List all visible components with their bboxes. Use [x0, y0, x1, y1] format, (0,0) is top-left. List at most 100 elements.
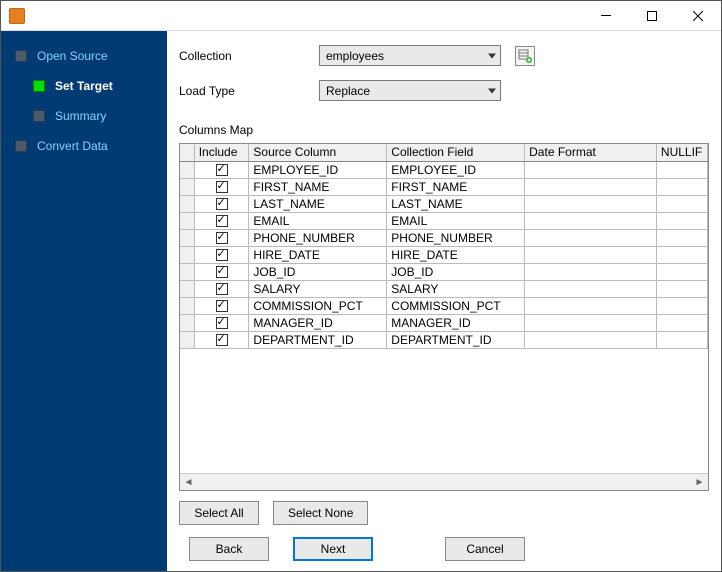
table-row[interactable]: LAST_NAMELAST_NAME [180, 195, 708, 212]
source-cell[interactable]: PHONE_NUMBER [249, 229, 387, 246]
maximize-button[interactable] [629, 1, 675, 31]
nullif-cell[interactable] [656, 212, 707, 229]
include-checkbox[interactable] [216, 215, 228, 227]
field-cell[interactable]: PHONE_NUMBER [387, 229, 525, 246]
source-cell[interactable]: EMAIL [249, 212, 387, 229]
date_format-cell[interactable] [525, 297, 657, 314]
include-cell[interactable] [194, 297, 249, 314]
date_format-cell[interactable] [525, 263, 657, 280]
include-checkbox[interactable] [216, 198, 228, 210]
date_format-cell[interactable] [525, 246, 657, 263]
include-cell[interactable] [194, 195, 249, 212]
include-cell[interactable] [194, 229, 249, 246]
nullif-cell[interactable] [656, 229, 707, 246]
row-header[interactable] [180, 297, 194, 314]
field-cell[interactable]: HIRE_DATE [387, 246, 525, 263]
header-field[interactable]: Collection Field [387, 144, 525, 161]
table-row[interactable]: COMMISSION_PCTCOMMISSION_PCT [180, 297, 708, 314]
field-cell[interactable]: SALARY [387, 280, 525, 297]
table-row[interactable]: PHONE_NUMBERPHONE_NUMBER [180, 229, 708, 246]
nullif-cell[interactable] [656, 297, 707, 314]
back-button[interactable]: Back [189, 537, 269, 561]
include-checkbox[interactable] [216, 164, 228, 176]
field-cell[interactable]: MANAGER_ID [387, 314, 525, 331]
field-cell[interactable]: FIRST_NAME [387, 178, 525, 195]
include-checkbox[interactable] [216, 283, 228, 295]
field-cell[interactable]: EMPLOYEE_ID [387, 161, 525, 178]
table-row[interactable]: SALARYSALARY [180, 280, 708, 297]
collection-select[interactable]: employees [319, 45, 501, 66]
nullif-cell[interactable] [656, 263, 707, 280]
wizard-step[interactable]: Open Source [1, 41, 167, 71]
minimize-button[interactable] [583, 1, 629, 31]
include-cell[interactable] [194, 314, 249, 331]
date_format-cell[interactable] [525, 331, 657, 348]
scroll-right-icon[interactable]: ► [691, 474, 708, 491]
field-cell[interactable]: JOB_ID [387, 263, 525, 280]
table-row[interactable]: MANAGER_IDMANAGER_ID [180, 314, 708, 331]
row-header[interactable] [180, 229, 194, 246]
include-cell[interactable] [194, 246, 249, 263]
source-cell[interactable]: MANAGER_ID [249, 314, 387, 331]
table-row[interactable]: EMPLOYEE_IDEMPLOYEE_ID [180, 161, 708, 178]
include-cell[interactable] [194, 263, 249, 280]
nullif-cell[interactable] [656, 178, 707, 195]
table-row[interactable]: EMAILEMAIL [180, 212, 708, 229]
row-header[interactable] [180, 280, 194, 297]
field-cell[interactable]: COMMISSION_PCT [387, 297, 525, 314]
header-nullif[interactable]: NULLIF [656, 144, 707, 161]
row-header[interactable] [180, 178, 194, 195]
field-cell[interactable]: DEPARTMENT_ID [387, 331, 525, 348]
date_format-cell[interactable] [525, 314, 657, 331]
source-cell[interactable]: LAST_NAME [249, 195, 387, 212]
nullif-cell[interactable] [656, 161, 707, 178]
nullif-cell[interactable] [656, 246, 707, 263]
nullif-cell[interactable] [656, 331, 707, 348]
table-row[interactable]: FIRST_NAMEFIRST_NAME [180, 178, 708, 195]
wizard-step[interactable]: Summary [1, 101, 167, 131]
source-cell[interactable]: COMMISSION_PCT [249, 297, 387, 314]
include-checkbox[interactable] [216, 266, 228, 278]
include-checkbox[interactable] [216, 300, 228, 312]
date_format-cell[interactable] [525, 212, 657, 229]
header-date-format[interactable]: Date Format [525, 144, 657, 161]
header-include[interactable]: Include [194, 144, 249, 161]
row-header[interactable] [180, 212, 194, 229]
select-none-button[interactable]: Select None [273, 501, 368, 525]
field-cell[interactable]: LAST_NAME [387, 195, 525, 212]
row-header[interactable] [180, 263, 194, 280]
table-row[interactable]: HIRE_DATEHIRE_DATE [180, 246, 708, 263]
include-checkbox[interactable] [216, 317, 228, 329]
header-source[interactable]: Source Column [249, 144, 387, 161]
row-header[interactable] [180, 161, 194, 178]
date_format-cell[interactable] [525, 178, 657, 195]
select-all-button[interactable]: Select All [179, 501, 259, 525]
scroll-left-icon[interactable]: ◄ [180, 474, 197, 491]
row-header[interactable] [180, 314, 194, 331]
source-cell[interactable]: DEPARTMENT_ID [249, 331, 387, 348]
date_format-cell[interactable] [525, 161, 657, 178]
horizontal-scrollbar[interactable]: ◄ ► [180, 473, 708, 490]
source-cell[interactable]: JOB_ID [249, 263, 387, 280]
date_format-cell[interactable] [525, 280, 657, 297]
include-cell[interactable] [194, 212, 249, 229]
include-checkbox[interactable] [216, 232, 228, 244]
source-cell[interactable]: FIRST_NAME [249, 178, 387, 195]
date_format-cell[interactable] [525, 195, 657, 212]
nullif-cell[interactable] [656, 314, 707, 331]
nullif-cell[interactable] [656, 280, 707, 297]
next-button[interactable]: Next [293, 537, 373, 561]
date_format-cell[interactable] [525, 229, 657, 246]
include-checkbox[interactable] [216, 334, 228, 346]
source-cell[interactable]: HIRE_DATE [249, 246, 387, 263]
include-cell[interactable] [194, 280, 249, 297]
wizard-step[interactable]: Set Target [1, 71, 167, 101]
include-cell[interactable] [194, 161, 249, 178]
table-row[interactable]: JOB_IDJOB_ID [180, 263, 708, 280]
table-row[interactable]: DEPARTMENT_IDDEPARTMENT_ID [180, 331, 708, 348]
include-cell[interactable] [194, 331, 249, 348]
row-header[interactable] [180, 331, 194, 348]
nullif-cell[interactable] [656, 195, 707, 212]
cancel-button[interactable]: Cancel [445, 537, 525, 561]
row-header[interactable] [180, 195, 194, 212]
